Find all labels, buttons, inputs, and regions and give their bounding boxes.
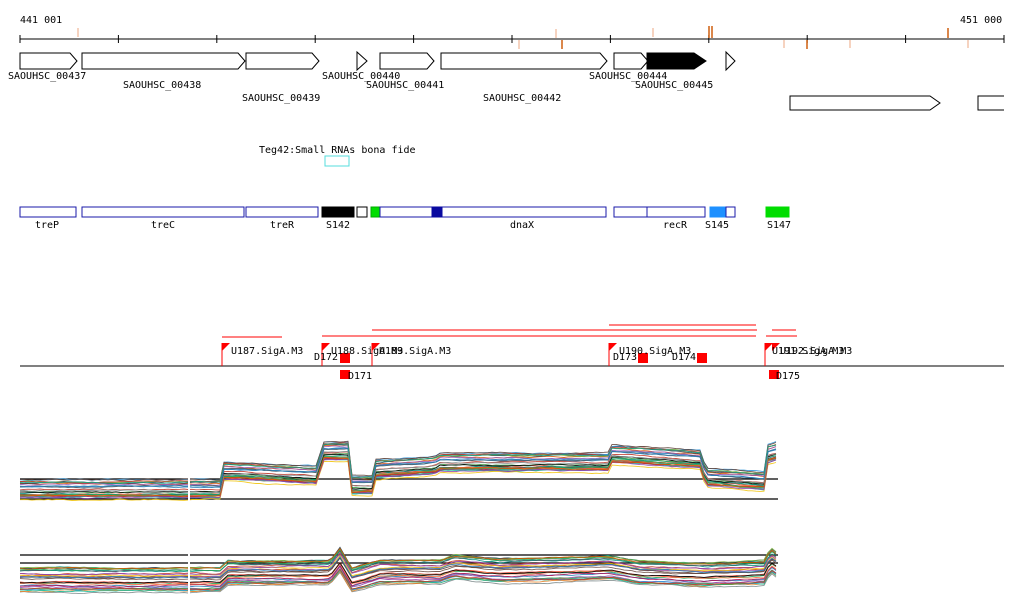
operon-box-marker[interactable] bbox=[370, 206, 381, 218]
promoter-flag[interactable] bbox=[609, 343, 617, 351]
operon-box-s145[interactable] bbox=[709, 206, 727, 218]
expression-profile-panel-lower bbox=[19, 546, 778, 596]
gene-arrow[interactable] bbox=[613, 52, 649, 70]
operon-box[interactable] bbox=[646, 206, 706, 218]
terminator-label: D175 bbox=[776, 371, 800, 382]
expression-traces bbox=[19, 440, 777, 501]
gene-arrow[interactable] bbox=[379, 52, 435, 70]
promoter-flag[interactable] bbox=[222, 343, 230, 351]
terminator-label: D171 bbox=[348, 371, 372, 382]
operon-box-s147[interactable] bbox=[765, 206, 790, 218]
expression-profile-panel-upper bbox=[19, 440, 778, 511]
operon-box[interactable] bbox=[613, 206, 648, 218]
operon-label: S147 bbox=[767, 220, 791, 231]
gene-arrow-partial[interactable] bbox=[977, 95, 1004, 111]
operon-box[interactable] bbox=[356, 206, 368, 218]
gene-label: SAOUHSC_00439 bbox=[242, 93, 320, 104]
terminator-label: D172 bbox=[314, 352, 338, 363]
terminator-label: D173 bbox=[613, 352, 637, 363]
genome-browser-view: 441 001 451 000 SAOUHSC_00437 SAOUHSC_00… bbox=[8, 15, 1005, 596]
operon-label: treP bbox=[35, 220, 59, 231]
gene-arrow[interactable] bbox=[789, 95, 941, 111]
operon-box-s142[interactable] bbox=[321, 206, 355, 218]
operon-label: treC bbox=[151, 220, 175, 231]
gene-track: SAOUHSC_00437 SAOUHSC_00438 SAOUHSC_0043… bbox=[8, 50, 1004, 111]
operon-box-marker[interactable] bbox=[431, 206, 443, 218]
operon-track: treP treC treR S142 dnaX recR S145 S147 bbox=[19, 206, 791, 231]
gene-arrow[interactable] bbox=[440, 52, 608, 70]
operon-box-dnax[interactable] bbox=[379, 206, 607, 218]
coordinate-ruler: 441 001 451 000 bbox=[19, 15, 1005, 49]
terminator-label: D174 bbox=[672, 352, 696, 363]
expression-traces bbox=[19, 546, 777, 595]
promoter-flag[interactable] bbox=[322, 343, 330, 351]
promoter-track: U187.SigA.M3 U188.SigA.M3 U189.SigA.M3 U… bbox=[20, 324, 1004, 382]
gene-label: SAOUHSC_00445 bbox=[635, 80, 713, 91]
gene-arrow-selected[interactable] bbox=[646, 52, 707, 70]
ruler-start-label: 441 001 bbox=[20, 15, 62, 26]
operon-box[interactable] bbox=[245, 206, 319, 218]
tss-marks bbox=[77, 26, 969, 49]
srna-track: Teg42:Small RNAs bona fide bbox=[259, 145, 416, 167]
promoter-extents bbox=[222, 324, 797, 338]
gene-label: SAOUHSC_00437 bbox=[8, 71, 86, 82]
gene-label: SAOUHSC_00438 bbox=[123, 80, 201, 91]
srna-label: Teg42:Small RNAs bona fide bbox=[259, 145, 416, 156]
gene-arrow[interactable] bbox=[725, 50, 736, 72]
operon-box[interactable] bbox=[725, 206, 736, 218]
operon-box[interactable] bbox=[19, 206, 77, 218]
expression-trace bbox=[19, 547, 777, 570]
gene-label: SAOUHSC_00441 bbox=[366, 80, 444, 91]
operon-label: S142 bbox=[326, 220, 350, 231]
operon-box[interactable] bbox=[81, 206, 245, 218]
gene-arrow[interactable] bbox=[81, 52, 246, 70]
ruler-end-label: 451 000 bbox=[960, 15, 1002, 26]
operon-label: S145 bbox=[705, 220, 729, 231]
gene-arrow[interactable] bbox=[19, 52, 78, 70]
gene-arrow[interactable] bbox=[356, 50, 368, 72]
gene-label: SAOUHSC_00442 bbox=[483, 93, 561, 104]
promoter-label: U187.SigA.M3 bbox=[231, 346, 303, 357]
operon-label: dnaX bbox=[510, 220, 534, 231]
promoter-label: U192.SigA.M3 bbox=[780, 346, 852, 357]
promoter-label: U189.SigA.M3 bbox=[379, 346, 451, 357]
operon-label: treR bbox=[270, 220, 295, 231]
operon-label: recR bbox=[663, 220, 688, 231]
srna-box[interactable] bbox=[324, 155, 350, 167]
terminator-block[interactable] bbox=[697, 353, 707, 363]
gene-arrow[interactable] bbox=[245, 52, 320, 70]
